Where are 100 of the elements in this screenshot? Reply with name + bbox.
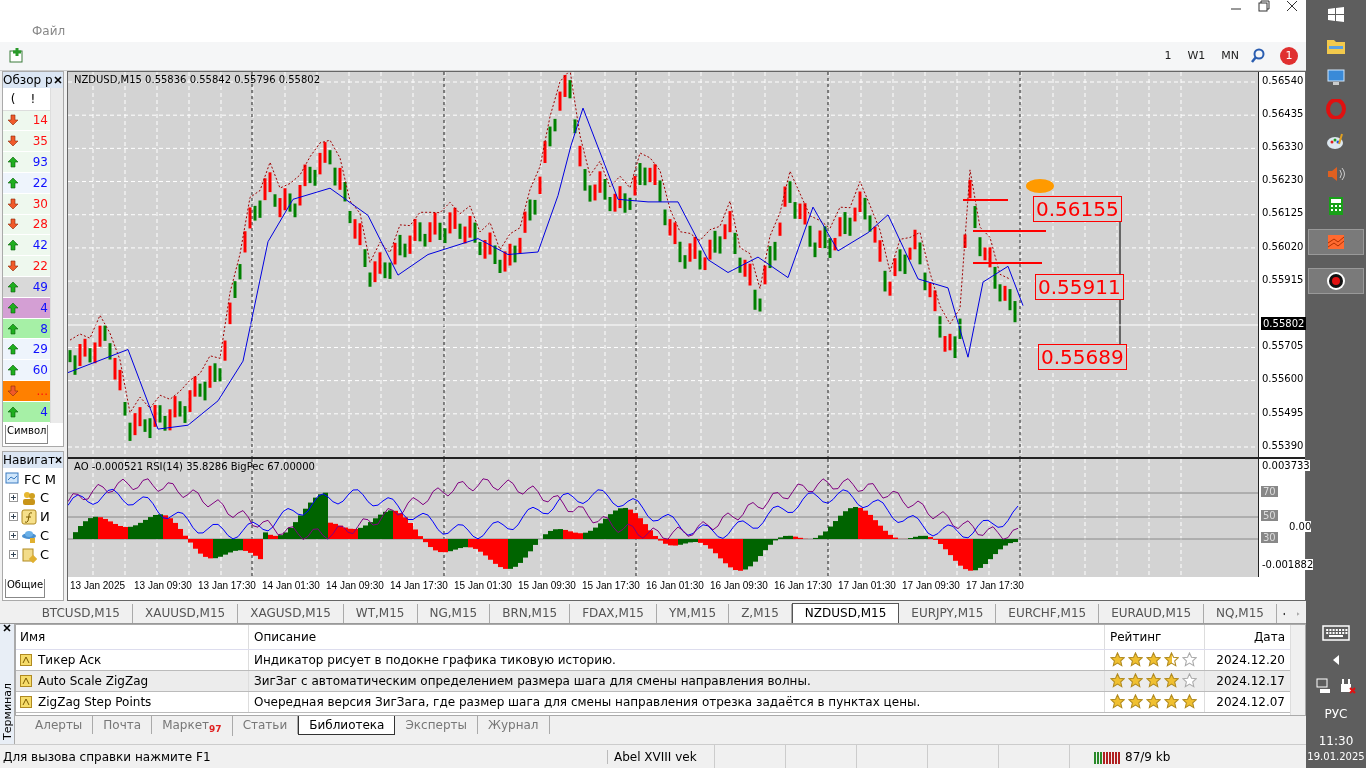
change-value: 30 [31,196,49,211]
time-tick: 16 Jan 09:30 [710,580,769,592]
level-tag: 30 [1261,531,1278,543]
record-icon[interactable] [1308,268,1364,294]
column-header[interactable]: Имя [16,624,248,649]
symbol-row[interactable]: 22 [3,172,50,194]
price-tick: 0.56330 [1262,141,1304,153]
panel-tab[interactable]: Общие [5,578,46,598]
menu-item[interactable]: Файл [28,23,70,38]
panel-title: Терминал [0,683,14,741]
symbol-row[interactable]: 35 [3,131,50,153]
terminal-tab[interactable]: Журнал [478,715,550,734]
symbol-row[interactable]: 4 [3,297,50,319]
timeframe-button[interactable]: W1 [1182,47,1211,65]
terminal-tab[interactable]: Алерты [25,715,94,734]
indicator-icon [20,674,32,687]
chart-tab[interactable]: Z,M15 [729,603,792,623]
windows-logo-icon[interactable] [1327,6,1345,24]
tree-item[interactable]: С [40,490,50,506]
time-tick: 14 Jan 09:30 [326,580,385,592]
expand-icon[interactable] [9,531,18,541]
chart-tab[interactable]: EURCHF,M15 [996,603,1100,623]
symbol-row[interactable]: 28 [3,214,50,236]
star-icon [1182,673,1197,689]
monitor-icon[interactable] [1326,68,1346,86]
timeframe-button[interactable]: 1 [1159,47,1177,65]
terminal-tab[interactable]: Маркет$_{97}$ [152,715,233,736]
network-icon[interactable] [1316,678,1332,694]
change-value: 14 [31,113,49,128]
time-tick: 13 Jan 17:30 [198,580,257,592]
power-plug-icon[interactable] [1340,678,1356,694]
star-icon [1128,673,1143,689]
speaker-icon[interactable] [1326,165,1346,183]
chart-tab[interactable]: EURAUD,M15 [1099,603,1205,623]
terminal-tab[interactable]: Почта [93,715,153,734]
new-chart-icon[interactable] [8,46,26,65]
symbol-row[interactable]: 4 [3,401,50,423]
symbol-row[interactable]: 49 [3,277,50,298]
symbol-row[interactable]: 93 [3,152,50,173]
scrollbar[interactable] [1290,624,1305,715]
close-icon[interactable] [54,75,63,84]
star-icon [1164,694,1179,710]
symbol-row[interactable]: 29 [3,339,50,361]
keyboard-icon[interactable] [1322,624,1350,642]
timeframe-button[interactable]: MN [1216,47,1244,65]
chart-tab[interactable]: WT,M15 [343,603,418,623]
column-header[interactable]: Описание [248,624,1104,649]
folder-icon[interactable] [1326,37,1346,55]
chart-tab[interactable]: FDAX,M15 [570,603,657,623]
chart-tab[interactable]: BTCUSD,M15 [29,603,133,623]
chart-tab[interactable]: BRN,M15 [490,603,571,623]
chart-tab[interactable]: XAGUSD,M15 [238,603,344,623]
change-value: 60 [31,363,49,378]
star-icon [1164,652,1179,668]
chart-tab[interactable]: YM,M15 [657,603,730,623]
chart-tab[interactable]: XAUUSD,M15 [132,603,239,623]
column-header[interactable]: ! [23,91,43,106]
expand-icon[interactable] [9,493,18,503]
symbol-row[interactable]: 42 [3,235,50,257]
column-header[interactable]: ( [3,91,23,106]
down-arrow-icon [7,260,19,273]
symbol-row[interactable]: 8 [3,318,50,340]
chart-tab[interactable]: NQ,M15 [1204,603,1277,623]
calculator-icon[interactable] [1328,196,1344,216]
show-hidden-icon[interactable] [1333,655,1339,665]
chart-legend: NZDUSD,M15 0.55836 0.55842 0.55796 0.55802 [74,73,321,85]
scrollbar[interactable] [50,87,63,423]
tree-item[interactable]: С [40,528,50,544]
tree-item[interactable]: FC M [24,471,56,487]
palette-icon[interactable] [1326,132,1346,152]
price-level-label: 0.55911 [1035,273,1124,300]
close-icon[interactable] [54,455,63,464]
terminal-tab[interactable]: Эксперты [395,715,478,734]
symbol-row[interactable]: 22 [3,256,50,277]
language-indicator[interactable]: РУС [1324,707,1348,721]
symbol-row[interactable]: 30 [3,193,50,215]
change-value: 93 [31,155,49,170]
price-tick: 0.56125 [1262,207,1304,219]
tree-item[interactable]: С [40,547,50,563]
library-row[interactable]: Тикер Аск Индикатор рисует в подокне графика тиковую историю. 2024.12.20 [16,649,1290,671]
status-text: 87/9 kb [1125,749,1171,764]
chart-tab[interactable]: NG,M15 [417,603,491,623]
search-icon[interactable] [1250,47,1266,64]
notification-badge[interactable]: 1 [1280,46,1298,65]
column-header[interactable]: Рейтинг [1104,624,1204,649]
library-row[interactable]: ZigZag Step Points Очередная версия ЗигЗага, где размер шага для смены направления отрезка задаётся в пунктах цены. 2024.12.07 [16,691,1290,713]
panel-tab[interactable]: Символ [5,424,49,444]
blob-marker [1026,178,1054,193]
expand-icon[interactable] [9,512,18,522]
chart-tab[interactable]: NZDUSD,M15 [791,602,900,623]
clock-time[interactable]: 11:30 [1318,734,1354,748]
symbol-row[interactable]: 60 [3,360,50,382]
tree-item[interactable]: И [40,509,50,525]
chart-tab[interactable]: EURJPY,M15 [899,603,997,623]
expand-icon[interactable] [9,550,18,560]
close-icon[interactable] [3,623,11,632]
library-row[interactable]: Auto Scale ZigZag ЗигЗаг с автоматическим определением размера шага для смены направления волны. 2024.12.17 [16,670,1290,692]
clock-date[interactable]: 19.01.2025 [1307,751,1365,762]
time-tick: 14 Jan 17:30 [390,580,449,592]
symbol-row[interactable]: 14 [3,110,50,132]
